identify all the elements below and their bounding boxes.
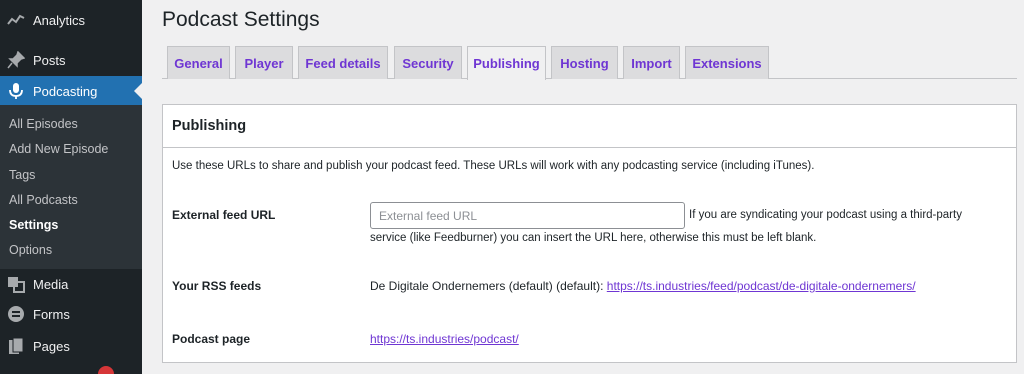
tab-import[interactable]: Import [623,46,680,79]
sidebar-item-forms[interactable]: Forms [0,299,142,329]
tab-hosting[interactable]: Hosting [551,46,618,79]
external-feed-description-line1: If you are syndicating your podcast usin… [689,209,962,221]
rss-feed-entry: De Digitale Ondernemers (default) (defau… [370,279,916,293]
tab-security[interactable]: Security [394,46,462,79]
page-title: Podcast Settings [162,8,320,31]
panel-title: Publishing [172,118,247,134]
sidebar-item-label: Media [33,276,69,292]
tab-extensions[interactable]: Extensions [685,46,769,79]
submenu-item-all-podcasts[interactable]: All Podcasts [9,192,78,208]
submenu-item-options[interactable]: Options [9,242,52,258]
notification-badge [98,366,114,374]
submenu-item-add-new-episode[interactable]: Add New Episode [9,141,108,157]
admin-sidebar: Analytics Posts Podcasting All Episodes … [0,0,142,374]
sidebar-item-label: Pages [33,338,70,354]
panel-header: Publishing [163,105,1016,148]
chart-line-icon [6,10,26,30]
intro-text: Use these URLs to share and publish your… [172,160,815,172]
sidebar-item-label: Podcasting [33,83,98,99]
microphone-icon [6,81,26,101]
submenu-item-settings[interactable]: Settings [9,217,58,233]
tab-player[interactable]: Player [235,46,293,79]
media-icon [6,274,26,294]
sidebar-item-analytics[interactable]: Analytics [0,5,142,35]
external-feed-label: External feed URL [172,208,276,222]
sidebar-item-posts[interactable]: Posts [0,45,142,75]
podcast-page-label: Podcast page [172,332,251,346]
rss-feed-name: De Digitale Ondernemers (default) (defau… [370,279,604,293]
tab-general[interactable]: General [167,46,230,79]
pushpin-icon [6,50,26,70]
pages-icon [6,336,26,356]
sidebar-item-podcasting[interactable]: Podcasting [0,76,142,106]
sidebar-item-label: Posts [33,52,66,68]
rss-feed-link[interactable]: https://ts.industries/feed/podcast/de-di… [607,279,916,293]
external-feed-url-input[interactable] [370,202,685,229]
tab-publishing[interactable]: Publishing [467,46,546,80]
tab-feed-details[interactable]: Feed details [298,46,388,79]
sidebar-item-label: Analytics [33,12,86,28]
submenu-item-tags[interactable]: Tags [9,167,35,183]
external-feed-description-line2: service (like Feedburner) you can insert… [370,232,817,244]
sidebar-item-label: Forms [33,306,70,322]
podcast-page-link[interactable]: https://ts.industries/podcast/ [370,332,519,346]
sidebar-item-pages[interactable]: Pages [0,331,142,361]
forms-icon [6,304,26,324]
podcasting-submenu: All Episodes Add New Episode Tags All Po… [0,105,142,269]
rss-feeds-label: Your RSS feeds [172,279,262,293]
sidebar-item-media[interactable]: Media [0,269,142,299]
publishing-panel: Publishing Use these URLs to share and p… [162,104,1017,363]
settings-tab-bar: General Player Feed details Security Pub… [162,46,1017,80]
submenu-item-all-episodes[interactable]: All Episodes [9,116,78,132]
